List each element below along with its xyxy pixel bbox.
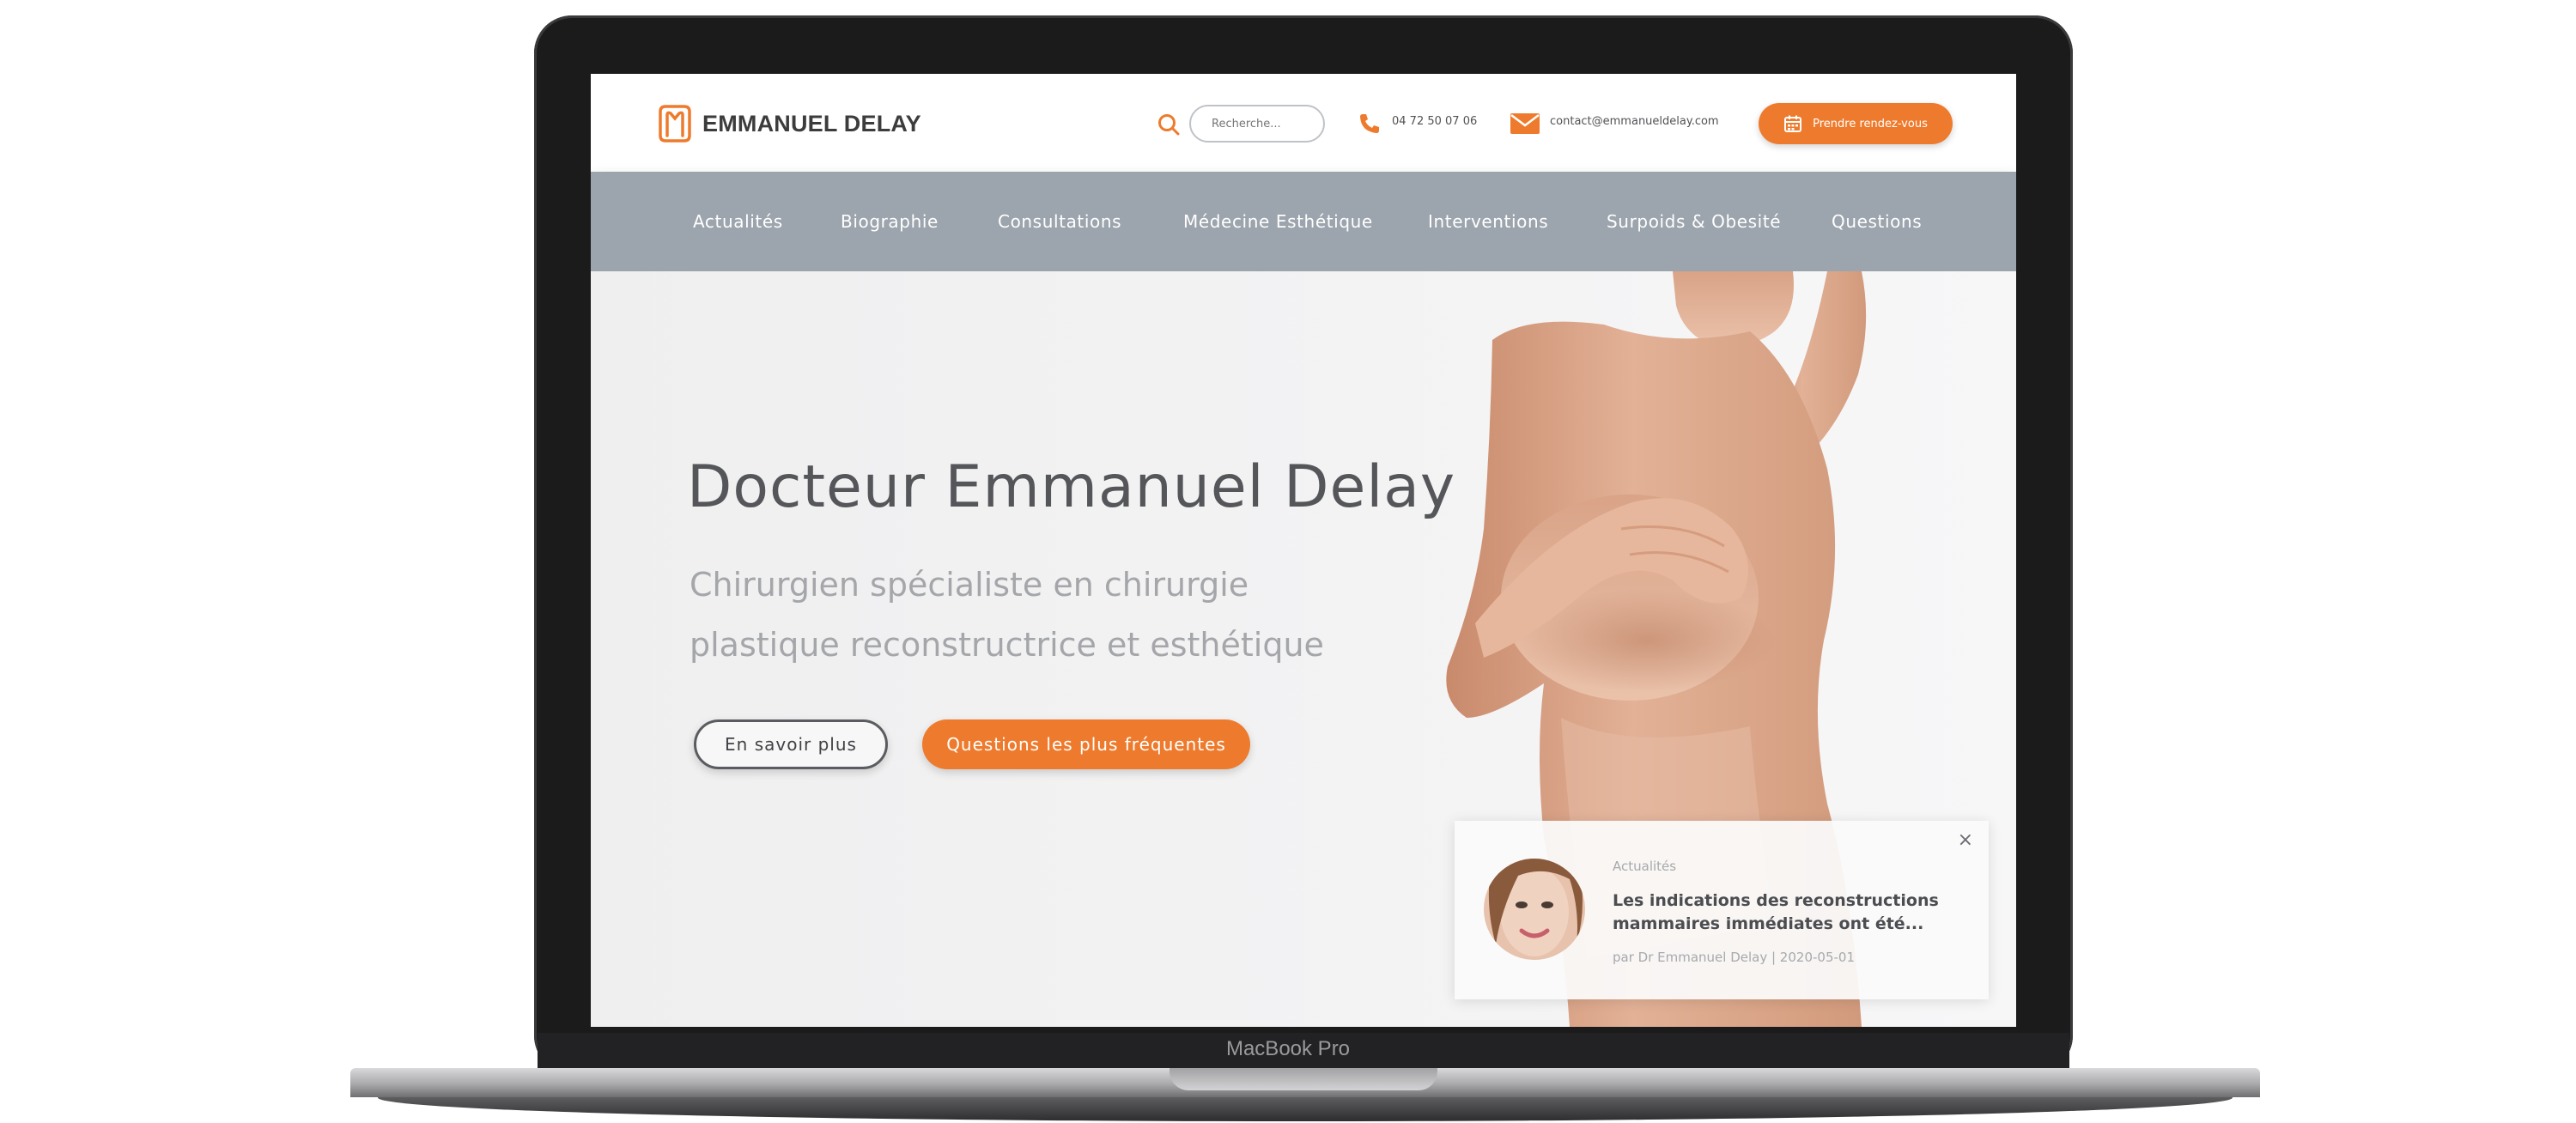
email-link[interactable]: contact@emmanueldelay.com — [1550, 115, 1719, 128]
laptop-notch — [1170, 1068, 1437, 1090]
nav-item-actualites[interactable]: Actualités — [693, 172, 783, 271]
news-category[interactable]: Actualités — [1613, 859, 1676, 874]
close-icon[interactable]: × — [1958, 829, 1973, 851]
mail-icon — [1510, 113, 1540, 134]
search-icon[interactable] — [1156, 112, 1182, 137]
website-screen: EMMANUEL DELAY 04 72 50 07 06 contact@em… — [591, 74, 2016, 1027]
main-nav: Actualités Biographie Consultations Méde… — [591, 172, 2016, 271]
laptop-base-bottom — [378, 1097, 2233, 1121]
brand-name: EMMANUEL DELAY — [702, 110, 921, 137]
news-popup[interactable]: × Actualités Les indications des reconst… — [1455, 821, 1989, 999]
learn-more-button[interactable]: En savoir plus — [694, 719, 888, 769]
hero-subtitle: Chirurgien spécialiste en chirurgie plas… — [690, 566, 1324, 664]
faq-button[interactable]: Questions les plus fréquentes — [922, 719, 1250, 769]
site-logo[interactable]: EMMANUEL DELAY — [656, 103, 921, 144]
nav-item-biographie[interactable]: Biographie — [841, 172, 939, 271]
appointment-button-label: Prendre rendez-vous — [1813, 117, 1928, 131]
nav-item-medecine-esthetique[interactable]: Médecine Esthétique — [1183, 172, 1373, 271]
site-header: EMMANUEL DELAY 04 72 50 07 06 contact@em… — [591, 74, 2016, 172]
nav-item-interventions[interactable]: Interventions — [1428, 172, 1548, 271]
search-input[interactable] — [1189, 105, 1325, 143]
calendar-icon — [1784, 115, 1802, 132]
news-thumbnail — [1484, 859, 1585, 960]
phone-number[interactable]: 04 72 50 07 06 — [1392, 115, 1477, 128]
news-title[interactable]: Les indications des reconstructions mamm… — [1613, 889, 1956, 936]
hero-title: Docteur Emmanuel Delay — [687, 453, 1456, 521]
logo-mark-icon — [659, 105, 691, 143]
news-meta: par Dr Emmanuel Delay | 2020-05-01 — [1613, 950, 1855, 965]
nav-item-surpoids-obesite[interactable]: Surpoids & Obesité — [1607, 172, 1781, 271]
device-label: MacBook Pro — [1225, 1037, 1351, 1060]
appointment-button[interactable]: Prendre rendez-vous — [1759, 103, 1953, 144]
nav-item-questions[interactable]: Questions — [1832, 172, 1922, 271]
nav-item-consultations[interactable]: Consultations — [998, 172, 1121, 271]
phone-icon — [1360, 114, 1379, 133]
